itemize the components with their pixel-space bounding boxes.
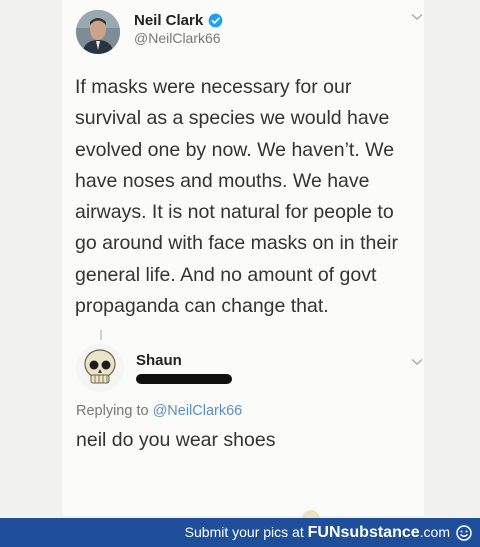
tweet-text-line: If masks were necessary for our — [75, 76, 352, 98]
watermark-footer: Submit your pics at FUNsubstance.com — [0, 518, 480, 547]
chevron-down-icon[interactable] — [411, 358, 423, 366]
watermark-prefix: Submit your pics at — [184, 524, 304, 540]
watermark-suffix: .com — [419, 524, 450, 540]
tweet-text-line: propaganda can change that. — [75, 295, 329, 318]
thread-connector — [100, 330, 102, 340]
tweet-text-line: survival as a species we would have — [75, 107, 390, 130]
watermark-text: Submit your pics at FUNsubstance.com — [185, 524, 450, 542]
tweet-text-line: general life. And no amount of govt — [75, 263, 377, 286]
avatar[interactable] — [76, 10, 120, 54]
replying-to-label: Replying to — [76, 403, 149, 419]
funsubstance-logo-icon — [456, 525, 472, 541]
tweet-author-name[interactable]: Neil Clark — [134, 12, 203, 29]
replying-to: Replying to @NeilClark66 — [76, 403, 242, 419]
watermark-brand: FUNsubstance — [307, 524, 420, 541]
reply-text: neil do you wear shoes — [76, 429, 276, 451]
tweet-author-handle[interactable]: @NeilClark66 — [134, 30, 221, 46]
tweet-text-line: have noses and mouths. We have — [75, 169, 370, 192]
tweet-text-line: airways. It is not natural for people to — [75, 201, 394, 224]
tweet-text-line: evolved one by now. We haven’t. We — [75, 138, 395, 161]
tweet-text-line: go around with face masks on in their — [75, 232, 399, 255]
tweet-header: Neil Clark @NeilClark66 — [76, 4, 416, 54]
avatar[interactable] — [76, 344, 124, 392]
reply-author-name[interactable]: Shaun — [136, 352, 182, 369]
redacted-handle — [136, 374, 232, 384]
verified-badge-icon — [208, 13, 223, 28]
reply-header: Shaun — [76, 344, 416, 394]
replying-to-mention[interactable]: @NeilClark66 — [153, 403, 243, 419]
tweet-text: If masks were necessary for our survival… — [75, 72, 425, 322]
chevron-down-icon[interactable] — [411, 13, 423, 21]
